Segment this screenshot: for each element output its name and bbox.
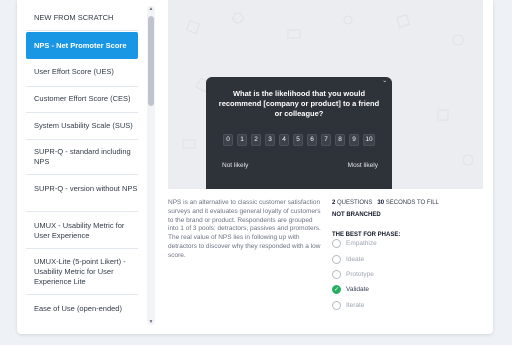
scale-option-2[interactable]: 2 bbox=[251, 134, 261, 146]
scrollbar-thumb[interactable] bbox=[148, 16, 154, 106]
template-list-scrollbar[interactable]: ▲ ▼ bbox=[147, 6, 155, 325]
scale-label-high: Most likely bbox=[347, 162, 378, 169]
template-item-suprq-standard[interactable]: SUPR-Q - standard including NPS bbox=[26, 147, 138, 167]
phase-label: Iterate bbox=[346, 302, 365, 309]
template-item-label: SUPR-Q - version without NPS bbox=[34, 184, 138, 193]
template-item-label: NPS - Net Promoter Score bbox=[34, 41, 127, 50]
scale-option-3[interactable]: 3 bbox=[265, 134, 275, 146]
template-item-ease-of-use[interactable]: Ease of Use (open-ended) bbox=[26, 304, 138, 314]
template-item-label: SUPR-Q - standard including NPS bbox=[34, 147, 131, 166]
template-item-label: User Effort Score (UES) bbox=[34, 67, 114, 76]
phase-label: Prototype bbox=[346, 271, 374, 278]
scale-option-0[interactable]: 0 bbox=[223, 134, 233, 146]
phase-empathize: Empathize bbox=[332, 239, 377, 248]
template-item-label: UMUX - Usability Metric for User Experie… bbox=[34, 221, 125, 240]
phase-label: Empathize bbox=[346, 240, 377, 247]
check-circle-icon: ✓ bbox=[332, 285, 341, 294]
questions-count: 2 bbox=[332, 200, 336, 206]
phase-prototype: Prototype bbox=[332, 270, 374, 279]
scale-option-7[interactable]: 7 bbox=[321, 134, 331, 146]
divider bbox=[26, 112, 138, 113]
divider bbox=[26, 248, 138, 249]
scale-label-low: Not likely bbox=[222, 162, 249, 169]
phase-iterate: Iterate bbox=[332, 301, 364, 310]
scale-option-5[interactable]: 5 bbox=[293, 134, 303, 146]
template-stats: 2 QUESTIONS 30 SECONDS TO FILL bbox=[332, 199, 482, 208]
template-item-ues[interactable]: User Effort Score (UES) bbox=[26, 67, 138, 77]
template-item-label: Customer Effort Score (CES) bbox=[34, 94, 131, 103]
template-item-sus[interactable]: System Usability Scale (SUS) bbox=[26, 121, 138, 131]
template-item-label: System Usability Scale (SUS) bbox=[34, 121, 133, 130]
unchecked-circle-icon bbox=[332, 301, 341, 310]
nps-survey-widget: ˇ What is the likelihood that you would … bbox=[206, 77, 392, 189]
divider bbox=[26, 211, 138, 212]
template-item-label: UMUX-Lite (5-point Likert) - Usability M… bbox=[34, 257, 126, 286]
collapse-icon[interactable]: ˇ bbox=[383, 80, 386, 89]
divider bbox=[26, 294, 138, 295]
seconds-count: 30 bbox=[377, 200, 385, 206]
divider bbox=[26, 86, 138, 87]
scroll-up-icon[interactable]: ▲ bbox=[148, 6, 154, 12]
template-item-ces[interactable]: Customer Effort Score (CES) bbox=[26, 94, 138, 104]
scale-option-8[interactable]: 8 bbox=[335, 134, 345, 146]
unchecked-circle-icon bbox=[332, 270, 341, 279]
scale-option-10[interactable]: 10 bbox=[363, 134, 375, 146]
scale-option-1[interactable]: 1 bbox=[237, 134, 247, 146]
template-description: NPS is an alternative to classic custome… bbox=[168, 199, 321, 259]
seconds-label: SECONDS TO FILL bbox=[385, 200, 439, 206]
template-meta: 2 QUESTIONS 30 SECONDS TO FILL NOT BRANC… bbox=[332, 199, 482, 238]
scroll-down-icon[interactable]: ▼ bbox=[148, 319, 154, 325]
scale-option-6[interactable]: 6 bbox=[307, 134, 317, 146]
survey-question: What is the likelihood that you would re… bbox=[218, 89, 380, 118]
phase-title: THE BEST FOR PHASE: bbox=[332, 232, 401, 238]
questions-label: QUESTIONS bbox=[337, 200, 373, 206]
divider bbox=[26, 30, 138, 31]
template-item-nps[interactable]: NPS - Net Promoter Score bbox=[26, 32, 138, 59]
template-item-label: Ease of Use (open-ended) bbox=[34, 304, 122, 313]
unchecked-circle-icon bbox=[332, 239, 341, 248]
template-list: NEW FROM SCRATCH NPS - Net Promoter Scor… bbox=[26, 0, 157, 326]
branching-status: NOT BRANCHED bbox=[332, 212, 381, 218]
nps-scale: 0 1 2 3 4 5 6 7 8 9 10 bbox=[223, 134, 375, 146]
scale-option-4[interactable]: 4 bbox=[279, 134, 289, 146]
template-item-umux[interactable]: UMUX - Usability Metric for User Experie… bbox=[26, 221, 138, 241]
unchecked-circle-icon bbox=[332, 255, 341, 264]
template-item-new-from-scratch[interactable]: NEW FROM SCRATCH bbox=[26, 13, 138, 23]
phase-label: Ideate bbox=[346, 256, 365, 263]
phase-validate: ✓ Validate bbox=[332, 285, 369, 294]
template-item-umux-lite[interactable]: UMUX-Lite (5-point Likert) - Usability M… bbox=[26, 257, 138, 287]
scale-option-9[interactable]: 9 bbox=[349, 134, 359, 146]
template-item-label: NEW FROM SCRATCH bbox=[34, 13, 114, 22]
phase-label: Validate bbox=[346, 286, 370, 293]
divider bbox=[26, 174, 138, 175]
template-item-suprq-no-nps[interactable]: SUPR-Q - version without NPS bbox=[26, 184, 138, 194]
divider bbox=[26, 139, 138, 140]
phase-ideate: Ideate bbox=[332, 255, 364, 264]
